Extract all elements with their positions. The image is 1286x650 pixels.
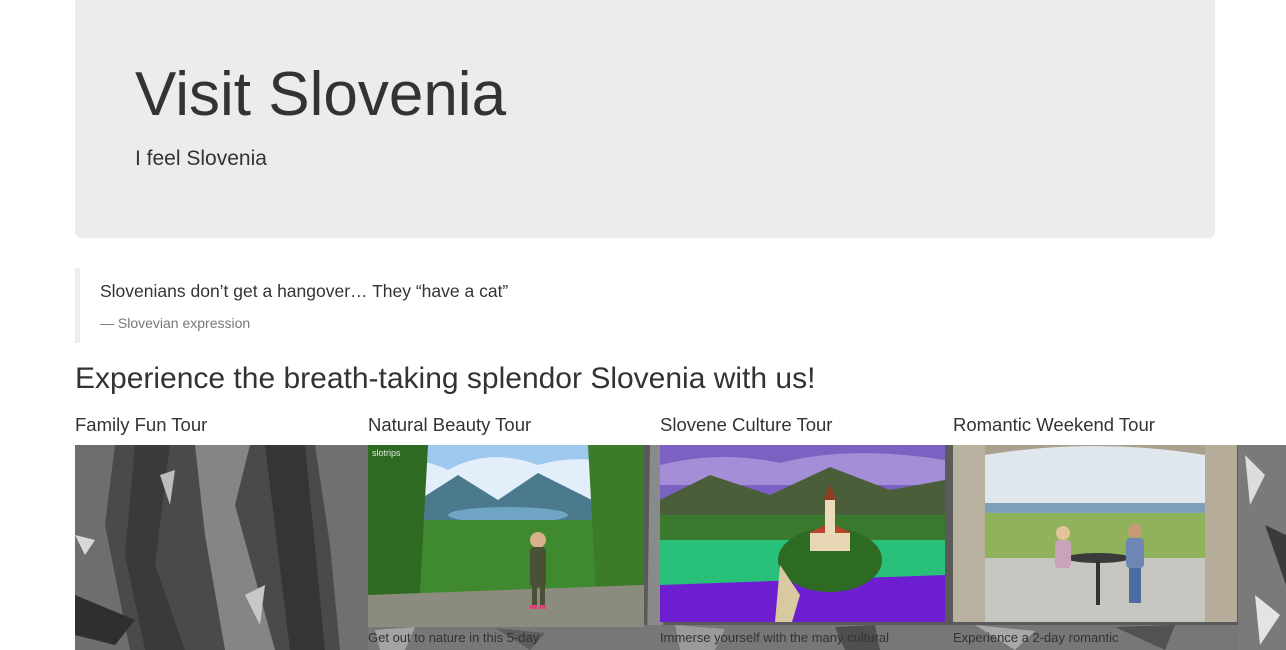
tour-title-culture[interactable]: Slovene Culture Tour [660, 414, 832, 436]
hero-subtitle: I feel Slovenia [135, 147, 267, 170]
tour-image-nature[interactable]: slotrips [368, 445, 644, 627]
tour-title-nature[interactable]: Natural Beauty Tour [368, 414, 531, 436]
tour-title-romantic[interactable]: Romantic Weekend Tour [953, 414, 1155, 436]
tour-caption-romantic: Experience a 2-day romantic [953, 630, 1119, 645]
section-headline: Experience the breath-taking splendor Sl… [75, 362, 816, 395]
hero-jumbotron: Visit Slovenia I feel Slovenia [75, 0, 1215, 238]
hero-title: Visit Slovenia [135, 60, 507, 129]
quote-source: — Slovevian expression [100, 315, 251, 331]
quote-text: Slovenians don’t get a hangover… They “h… [100, 281, 509, 301]
tour-image-culture[interactable] [660, 445, 945, 622]
blockquote: Slovenians don’t get a hangover… They “h… [75, 268, 680, 343]
tour-caption-culture: Immerse yourself with the many cultural [660, 630, 890, 645]
tour-title-family[interactable]: Family Fun Tour [75, 414, 207, 436]
tour-caption-nature: Get out to nature in this 5-day [368, 630, 540, 645]
tour-image-romantic[interactable] [953, 445, 1237, 622]
image-watermark: slotrips [372, 448, 401, 458]
